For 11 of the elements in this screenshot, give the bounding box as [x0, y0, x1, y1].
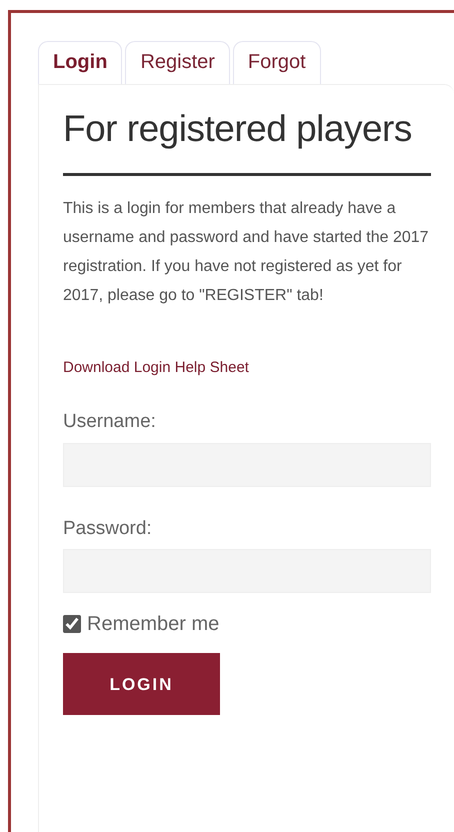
tab[interactable]: Forgot [232, 41, 321, 84]
help-link[interactable]: Download Login Help Sheet [63, 359, 249, 376]
intro-paragraph: This is a login for members that already have a username and password and have started the 2017 registration. If you have not registered as yet for 2017, please go to "REGISTER" tab! [63, 199, 430, 306]
field-label: Username: [63, 410, 157, 434]
field-label: Password: [63, 516, 153, 541]
heading: For registered players [63, 99, 431, 176]
tab[interactable]: Register [125, 41, 230, 84]
login-button[interactable]: LOGIN [63, 653, 220, 716]
tab[interactable]: Login [38, 41, 122, 84]
remember-label: Remember me [87, 612, 220, 638]
remember-checkbox[interactable] [63, 615, 81, 634]
